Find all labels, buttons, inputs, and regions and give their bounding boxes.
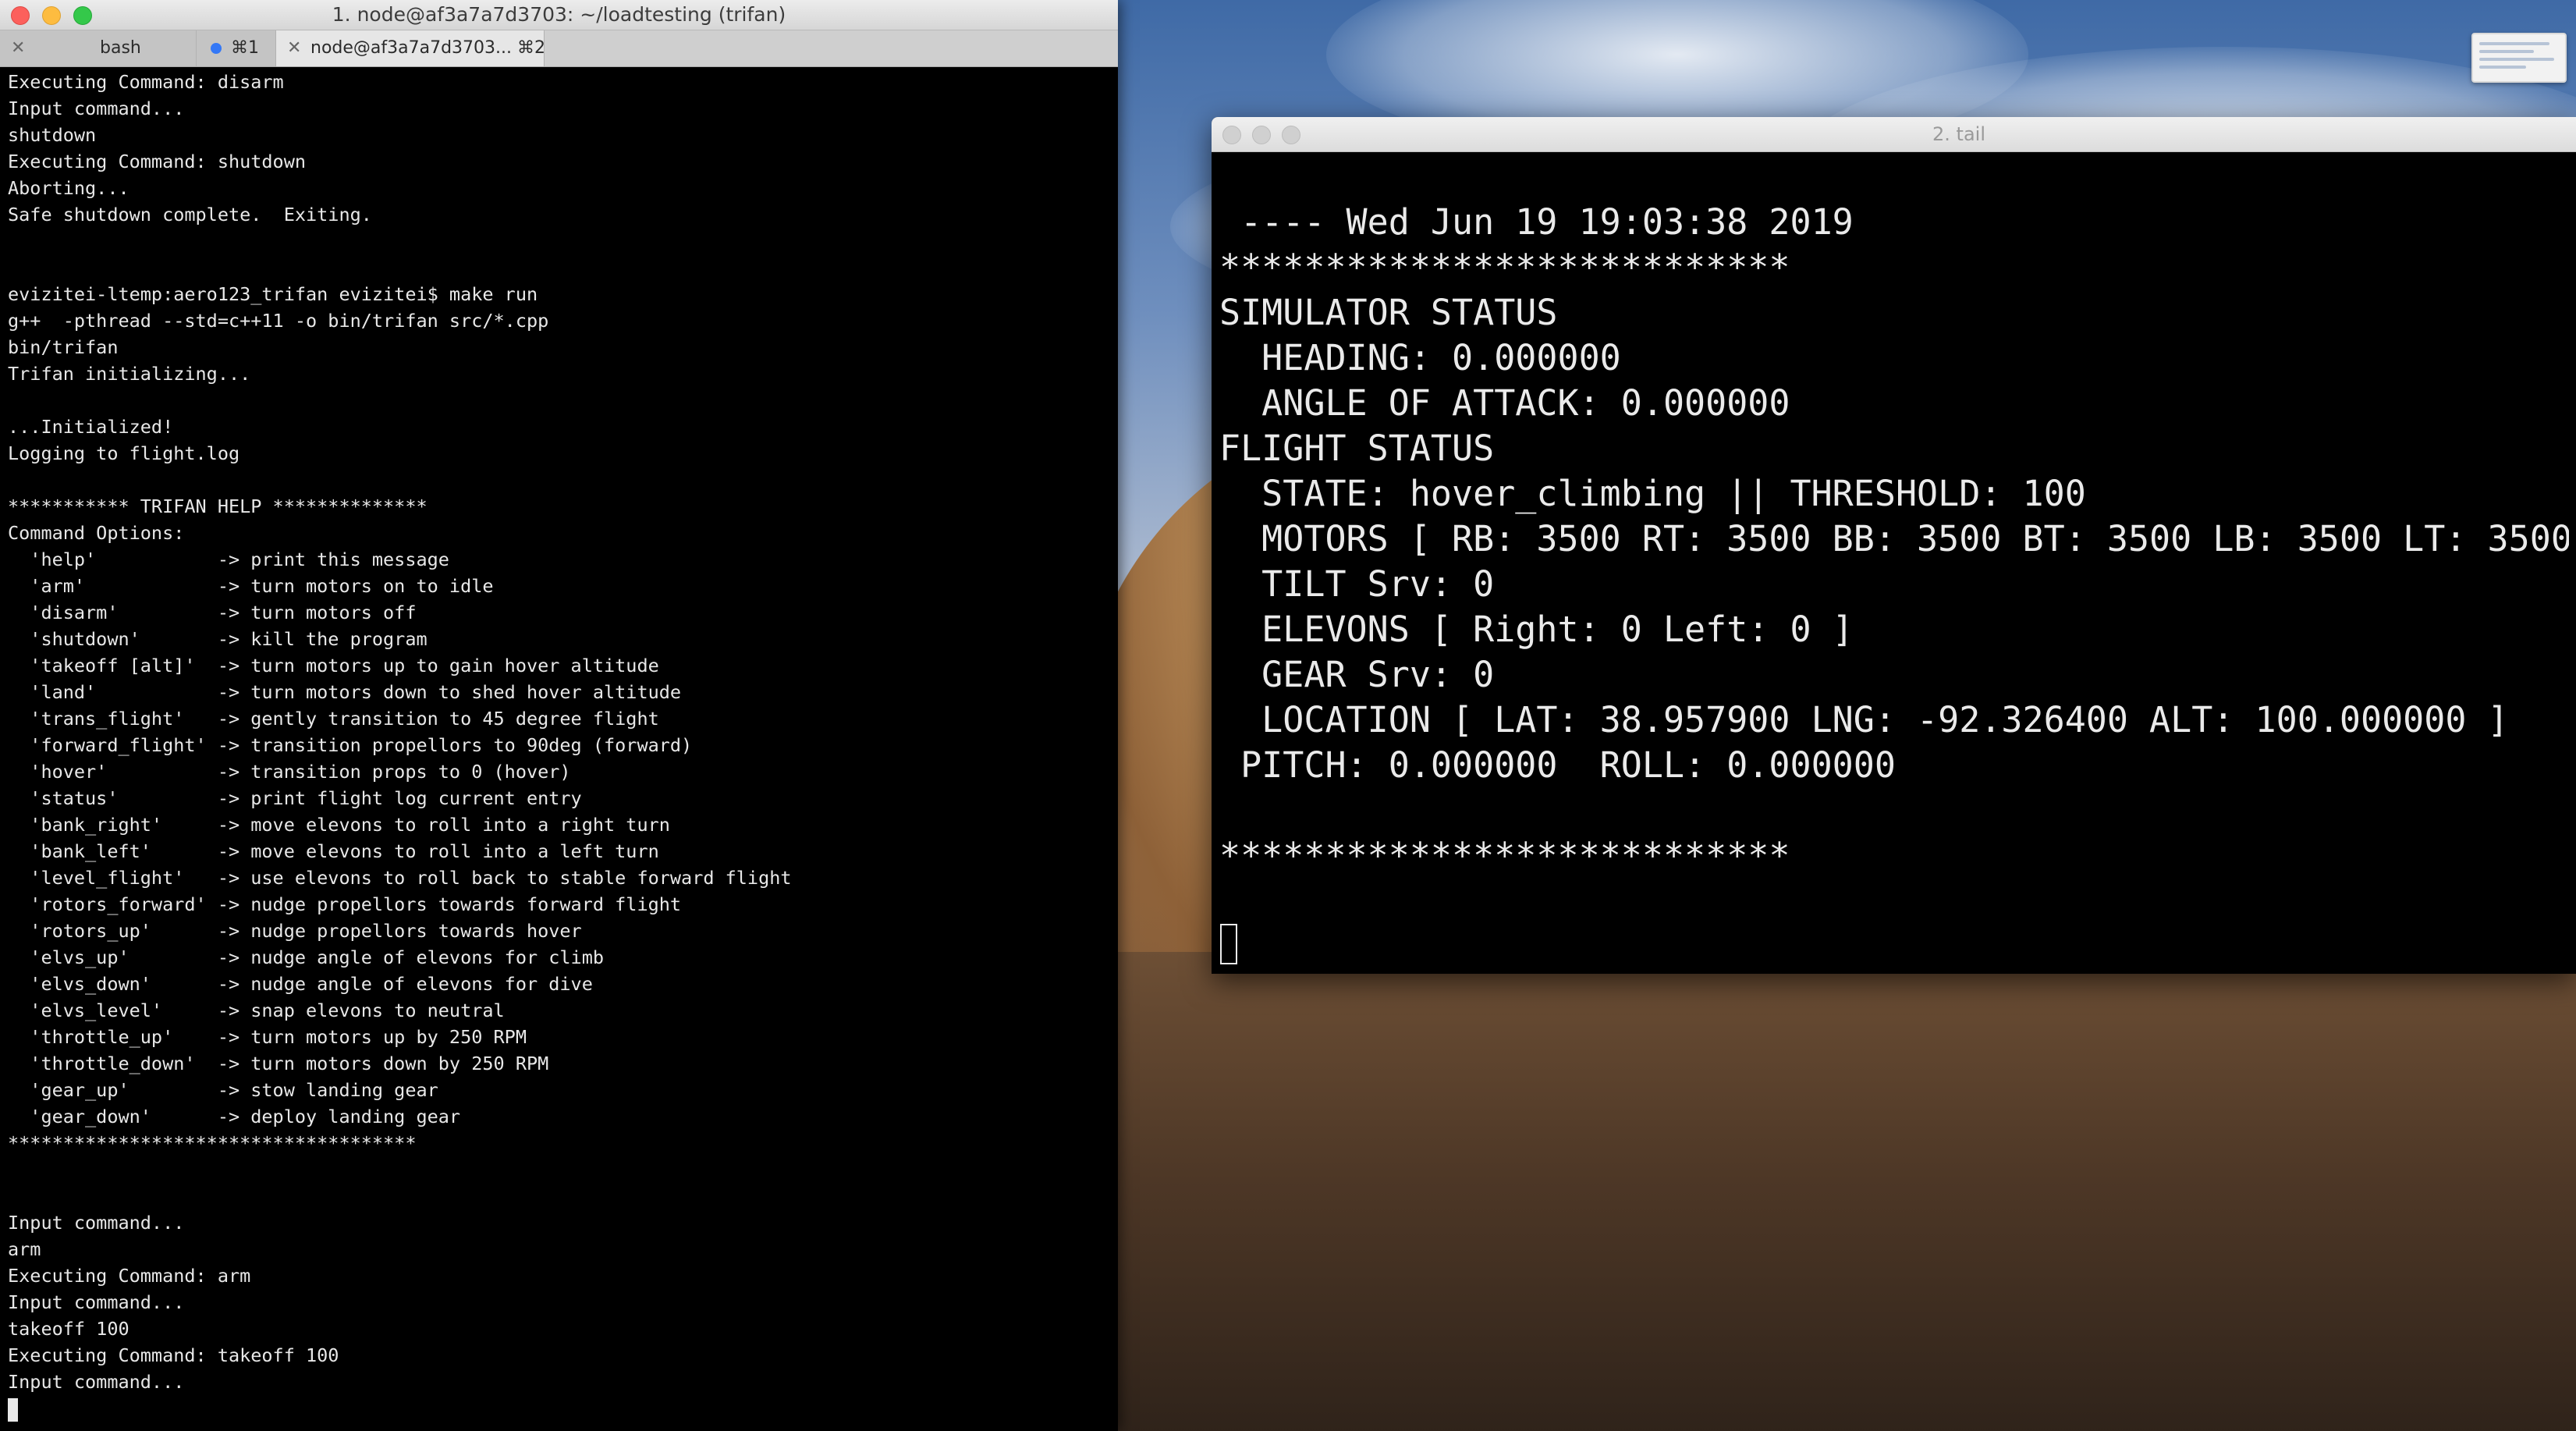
terminal-line: 'forward_flight' -> transition propellor… bbox=[8, 734, 693, 756]
terminal-line: ---- Wed Jun 19 19:03:38 2019 bbox=[1219, 201, 1854, 243]
tab-1[interactable]: ⌘1 bbox=[197, 30, 276, 66]
tab-label: bash bbox=[100, 38, 141, 58]
terminal-line: TILT Srv: 0 bbox=[1219, 563, 1495, 605]
close-tab-icon[interactable]: ✕ bbox=[11, 30, 25, 66]
terminal-line: 'level_flight' -> use elevons to roll ba… bbox=[8, 867, 792, 889]
terminal-line: takeoff 100 bbox=[8, 1318, 130, 1340]
terminal-line: ANGLE OF ATTACK: 0.000000 bbox=[1219, 382, 1790, 424]
activity-dot-icon bbox=[211, 43, 222, 54]
terminal-line: 'elvs_down' -> nudge angle of elevons fo… bbox=[8, 973, 593, 995]
terminal-window-1[interactable]: 1. node@af3a7a7d3703: ~/loadtesting (tri… bbox=[0, 0, 1118, 1431]
terminal-line: 'bank_left' -> move elevons to roll into… bbox=[8, 840, 659, 862]
terminal-line: evizitei-ltemp:aero123_trifan evizitei$ … bbox=[8, 283, 538, 305]
terminal-line: 'throttle_down' -> turn motors down by 2… bbox=[8, 1053, 549, 1074]
terminal-line: 'throttle_up' -> turn motors up by 250 R… bbox=[8, 1026, 527, 1048]
terminal-line: 'land' -> turn motors down to shed hover… bbox=[8, 681, 682, 703]
terminal-line: 'bank_right' -> move elevons to roll int… bbox=[8, 814, 670, 836]
terminal-line: 'gear_down' -> deploy landing gear bbox=[8, 1106, 461, 1127]
wallpaper-desert-floor bbox=[1092, 952, 2576, 1431]
terminal-line: 'takeoff [alt]' -> turn motors up to gai… bbox=[8, 655, 659, 676]
window-title: 1. node@af3a7a7d3703: ~/loadtesting (tri… bbox=[332, 3, 786, 26]
window-titlebar[interactable]: 1. node@af3a7a7d3703: ~/loadtesting (tri… bbox=[0, 0, 1118, 30]
terminal-line: Aborting... bbox=[8, 177, 130, 199]
terminal-line: *********** TRIFAN HELP ************** bbox=[8, 495, 428, 517]
window-title: 2. tail bbox=[1932, 123, 1985, 145]
terminal-line: 'status' -> print flight log current ent… bbox=[8, 787, 582, 809]
tab-bash[interactable]: ✕ bash bbox=[0, 30, 197, 66]
window-titlebar[interactable]: 2. tail bbox=[1212, 117, 2576, 152]
terminal-line: 'elvs_up' -> nudge angle of elevons for … bbox=[8, 946, 605, 968]
text-cursor bbox=[1220, 924, 1237, 964]
terminal-line: Logging to flight.log bbox=[8, 442, 240, 464]
close-tab-icon[interactable]: ✕ bbox=[287, 30, 301, 66]
terminal-line: *************************** bbox=[1219, 247, 1790, 288]
terminal-line: Input command... bbox=[8, 1212, 185, 1234]
terminal-line: ELEVONS [ Right: 0 Left: 0 ] bbox=[1219, 609, 1854, 650]
terminal-line: STATE: hover_climbing || THRESHOLD: 100 bbox=[1219, 473, 2086, 514]
terminal-line: bin/trifan bbox=[8, 336, 119, 358]
tab-node[interactable]: ✕ node@af3a7a7d3703... ⌘2 bbox=[276, 30, 545, 66]
terminal-line: 'trans_flight' -> gently transition to 4… bbox=[8, 708, 659, 730]
terminal-line: Input command... bbox=[8, 1291, 185, 1313]
terminal-output[interactable]: Executing Command: disarm Input command..… bbox=[8, 69, 1112, 1426]
terminal-output[interactable]: ---- Wed Jun 19 19:03:38 2019 ***********… bbox=[1219, 200, 2569, 964]
terminal-line: ************************************* bbox=[8, 1132, 417, 1154]
terminal-line: HEADING: 0.000000 bbox=[1219, 337, 1621, 378]
terminal-line: PITCH: 0.000000 ROLL: 0.000000 bbox=[1219, 744, 1896, 786]
terminal-line: 'help' -> print this message bbox=[8, 549, 449, 570]
terminal-line: Input command... bbox=[8, 1371, 185, 1393]
terminal-line: LOCATION [ LAT: 38.957900 LNG: -92.32640… bbox=[1219, 699, 2509, 740]
terminal-line: 'rotors_forward' -> nudge propellors tow… bbox=[8, 893, 682, 915]
terminal-line: 'shutdown' -> kill the program bbox=[8, 628, 428, 650]
terminal-line: Input command... bbox=[8, 98, 185, 119]
tab-label: ⌘1 bbox=[231, 38, 259, 58]
terminal-line: Trifan initializing... bbox=[8, 363, 251, 385]
terminal-line: 'disarm' -> turn motors off bbox=[8, 602, 417, 623]
terminal-line: *************************** bbox=[1219, 835, 1790, 876]
terminal-line: arm bbox=[8, 1238, 41, 1260]
terminal-line: 'arm' -> turn motors on to idle bbox=[8, 575, 494, 597]
terminal-line: SIMULATOR STATUS bbox=[1219, 292, 1558, 333]
terminal-line: Executing Command: takeoff 100 bbox=[8, 1344, 339, 1366]
text-cursor bbox=[8, 1398, 18, 1422]
desktop-file-thumbnail[interactable] bbox=[2471, 33, 2567, 83]
terminal-line: 'hover' -> transition props to 0 (hover) bbox=[8, 761, 571, 783]
terminal-line: Executing Command: shutdown bbox=[8, 151, 307, 172]
terminal-line: 'gear_up' -> stow landing gear bbox=[8, 1079, 438, 1101]
tab-bar: ✕ bash ⌘1 ✕ node@af3a7a7d3703... ⌘2 bbox=[0, 30, 1118, 67]
terminal-line: FLIGHT STATUS bbox=[1219, 428, 1495, 469]
terminal-line: g++ -pthread --std=c++11 -o bin/trifan s… bbox=[8, 310, 549, 332]
terminal-line: Executing Command: arm bbox=[8, 1265, 251, 1287]
tab-label: node@af3a7a7d3703... ⌘2 bbox=[310, 38, 546, 58]
terminal-line: 'elvs_level' -> snap elevons to neutral bbox=[8, 1000, 505, 1021]
terminal-line: GEAR Srv: 0 bbox=[1219, 654, 1495, 695]
terminal-line: 'rotors_up' -> nudge propellors towards … bbox=[8, 920, 582, 942]
terminal-window-2[interactable]: 2. tail ---- Wed Jun 19 19:03:38 2019 ***… bbox=[1212, 117, 2576, 974]
terminal-line: ...Initialized! bbox=[8, 416, 174, 438]
terminal-line: shutdown bbox=[8, 124, 97, 146]
terminal-line: Safe shutdown complete. Exiting. bbox=[8, 204, 372, 225]
terminal-line: Executing Command: disarm bbox=[8, 71, 284, 93]
terminal-line: MOTORS [ RB: 3500 RT: 3500 BB: 3500 BT: … bbox=[1219, 518, 2569, 559]
terminal-line: Command Options: bbox=[8, 522, 185, 544]
